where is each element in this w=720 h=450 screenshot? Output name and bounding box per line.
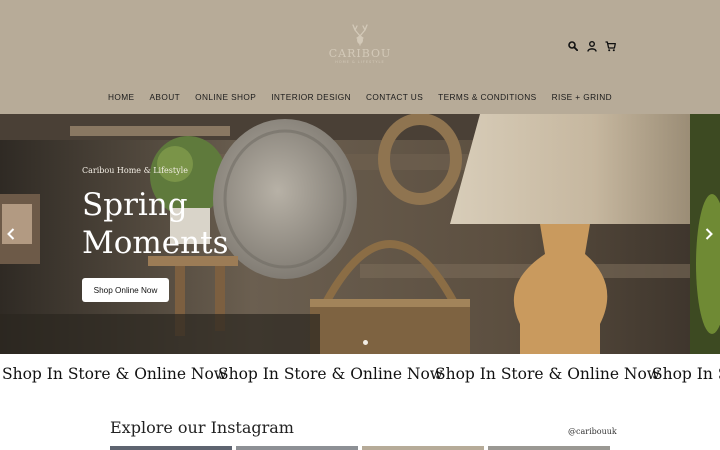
nav-terms-conditions[interactable]: TERMS & CONDITIONS [438,92,536,102]
instagram-handle-link[interactable]: @caribouuk [568,427,617,436]
shop-online-now-button[interactable]: Shop Online Now [82,278,169,302]
hero-slider: Caribou Home & Lifestyle Spring Moments … [0,114,720,354]
marquee-text: Shop In Store & Online Now [218,365,444,383]
announcement-marquee: Shop In Store & Online Now Shop In Store… [0,354,720,394]
prev-slide-button[interactable] [3,224,19,244]
marquee-text: Shop In Store & Online Now [652,365,720,383]
logo-text: CARIBOU [328,47,392,60]
instagram-title: Explore our Instagram [110,418,294,437]
account-icon[interactable] [585,39,598,53]
chevron-right-icon [705,228,713,240]
next-slide-button[interactable] [701,224,717,244]
marquee-text: Shop In Store & Online Now [435,365,661,383]
instagram-post[interactable] [488,446,610,450]
main-nav: HOME ABOUT ONLINE SHOP INTERIOR DESIGN C… [0,92,720,102]
search-icon[interactable] [566,39,579,53]
slide-dot[interactable] [363,340,368,345]
hero-kicker: Caribou Home & Lifestyle [82,166,188,175]
header-actions [566,39,617,53]
logo[interactable]: CARIBOU HOME & LIFESTYLE [322,24,398,70]
hero-title-line2: Moments [82,225,229,261]
instagram-post[interactable] [236,446,358,450]
instagram-post[interactable] [362,446,484,450]
marquee-text: Shop In Store & Online Now [2,365,228,383]
chevron-left-icon [7,228,15,240]
site-header: CARIBOU HOME & LIFESTYLE HOME ABOUT ONLI… [0,0,720,114]
nav-home[interactable]: HOME [108,92,135,102]
nav-about[interactable]: ABOUT [150,92,181,102]
nav-rise-grind[interactable]: RISE + GRIND [552,92,612,102]
nav-interior-design[interactable]: INTERIOR DESIGN [271,92,351,102]
hero-title-line1: Spring [82,187,188,223]
hero-title: Spring Moments [82,186,228,262]
nav-online-shop[interactable]: ONLINE SHOP [195,92,256,102]
cart-icon[interactable] [604,39,617,53]
logo-subtext: HOME & LIFESTYLE [335,60,385,64]
nav-contact-us[interactable]: CONTACT US [366,92,423,102]
caribou-logo-icon [352,24,368,46]
instagram-post[interactable] [110,446,232,450]
